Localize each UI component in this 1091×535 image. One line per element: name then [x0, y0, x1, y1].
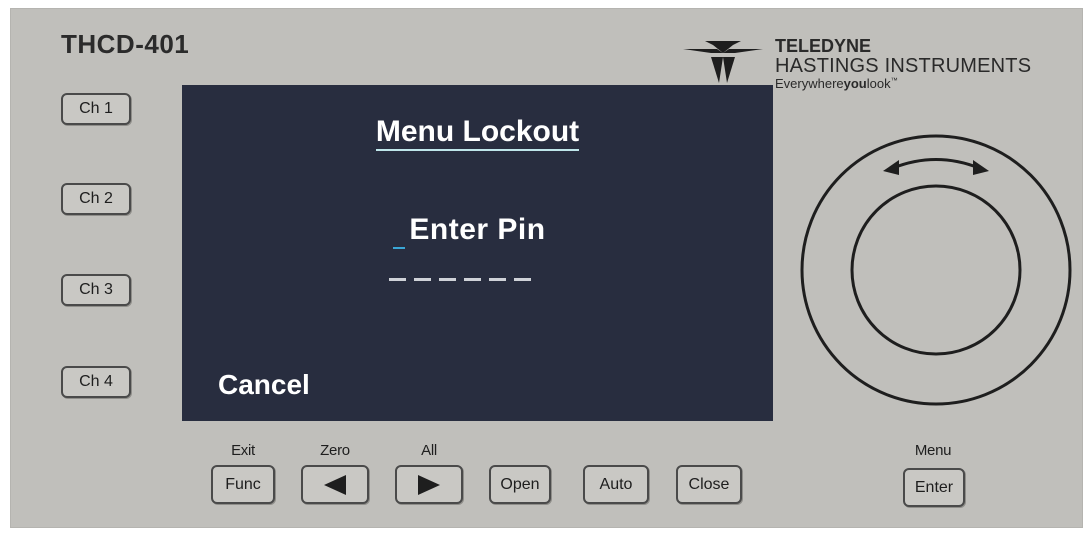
tagline-bold: you: [843, 76, 867, 91]
func-caption: Exit: [231, 442, 255, 459]
brand-subtitle: HASTINGS INSTRUMENTS: [775, 55, 1032, 77]
ch4-button[interactable]: Ch 4: [61, 366, 131, 398]
teledyne-logo-icon: [683, 41, 763, 83]
brand-tagline: Everywhereyoulook™: [775, 77, 1031, 90]
rotate-arrows-icon: [883, 158, 989, 175]
brand-block: TELEDYNE HASTINGS INSTRUMENTS Everywhere…: [775, 37, 1031, 90]
left-arrow-icon: [324, 474, 346, 495]
right-arrow-icon: [418, 474, 440, 495]
auto-button[interactable]: Auto: [583, 465, 649, 504]
zero-left-button[interactable]: [301, 465, 369, 504]
close-button[interactable]: Close: [676, 465, 742, 504]
screen-title-text: Menu Lockout: [375, 115, 580, 151]
text-cursor: [393, 247, 405, 249]
device-panel: THCD-401 TELEDYNE HASTINGS INSTRUMENTS E…: [10, 8, 1083, 528]
pin-slot: [489, 278, 506, 281]
pin-entry-field[interactable]: [389, 278, 531, 281]
model-label: THCD-401: [61, 29, 190, 59]
pin-slot: [464, 278, 481, 281]
screen-cancel-option[interactable]: Cancel: [218, 369, 310, 401]
ch2-button[interactable]: Ch 2: [61, 183, 131, 215]
pin-slot: [514, 278, 531, 281]
pin-slot: [389, 278, 406, 281]
all-right-button[interactable]: [395, 465, 463, 504]
ch3-button[interactable]: Ch 3: [61, 274, 131, 306]
tagline-tm: ™: [890, 77, 898, 85]
func-button[interactable]: Func: [211, 465, 275, 504]
pin-slot: [439, 278, 456, 281]
rotary-knob[interactable]: [799, 133, 1073, 407]
tagline-part: look: [866, 76, 891, 91]
screen-title: Menu Lockout: [182, 115, 773, 151]
pin-slot: [414, 278, 431, 281]
enter-caption: Menu: [914, 442, 952, 459]
tagline-part: Everywhere: [775, 76, 844, 91]
brand-name: TELEDYNE: [775, 36, 872, 56]
right-caption: All: [421, 442, 437, 459]
enter-button[interactable]: Enter: [903, 468, 965, 507]
open-button[interactable]: Open: [489, 465, 551, 504]
screen-prompt: Enter Pin: [409, 213, 546, 246]
lcd-screen: Menu Lockout Enter Pin Cancel: [182, 85, 773, 421]
ch1-button[interactable]: Ch 1: [61, 93, 131, 125]
left-caption: Zero: [320, 442, 350, 459]
